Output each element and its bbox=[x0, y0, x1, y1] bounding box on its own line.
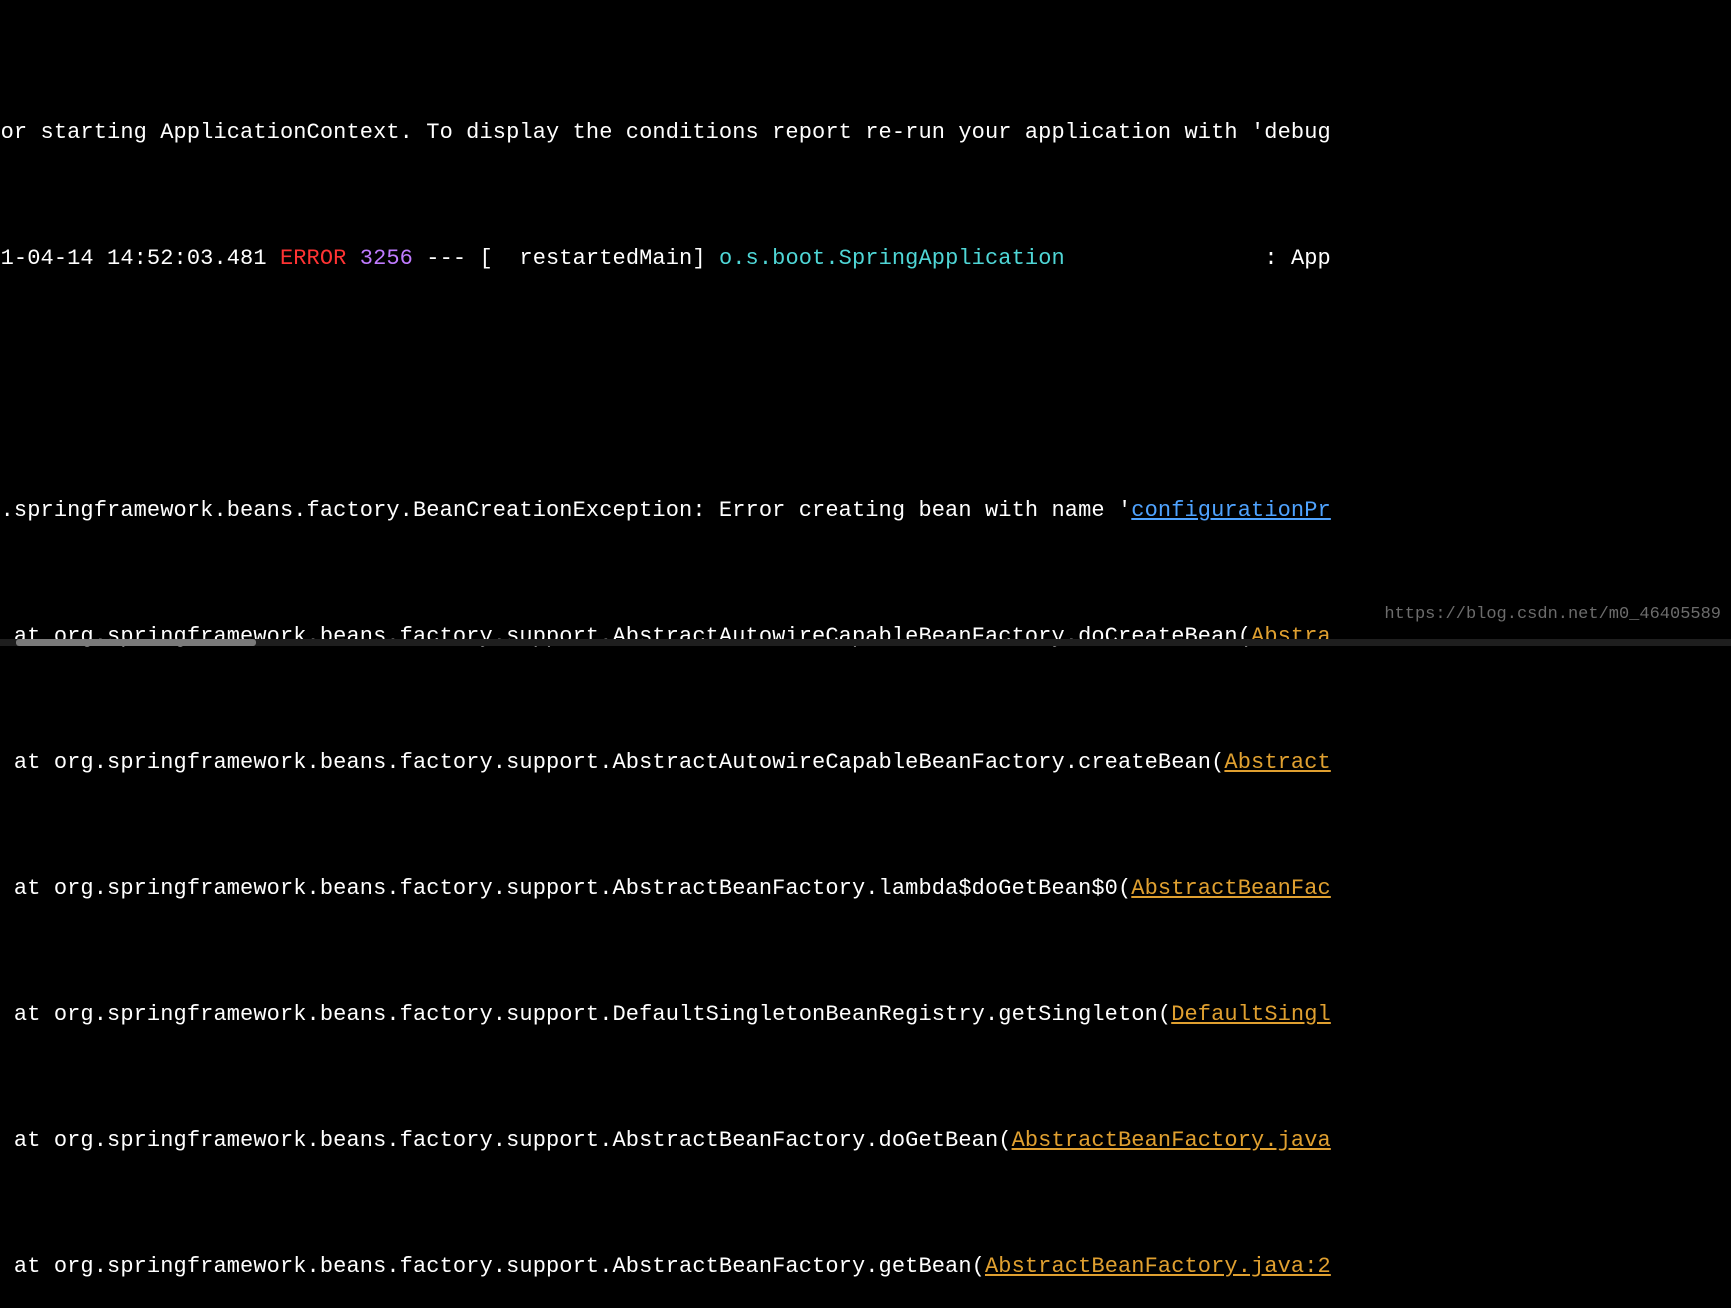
watermark-text: https://blog.csdn.net/m0_46405589 bbox=[1384, 594, 1721, 636]
source-link[interactable]: AbstractBeanFac bbox=[1131, 876, 1331, 901]
stack-text: at org.springframework.beans.factory.sup… bbox=[0, 876, 1131, 901]
source-link[interactable]: Abstract bbox=[1224, 750, 1330, 775]
source-link[interactable]: AbstractBeanFactory.java:2 bbox=[985, 1254, 1331, 1279]
stack-frame: at org.springframework.beans.factory.sup… bbox=[0, 1120, 1731, 1162]
stack-text: at org.springframework.beans.factory.sup… bbox=[0, 1254, 985, 1279]
stack-text: at org.springframework.beans.factory.sup… bbox=[0, 1002, 1171, 1027]
stack-text: at org.springframework.beans.factory.sup… bbox=[0, 1128, 1012, 1153]
log-line: 021-04-14 14:52:03.481 ERROR 3256 --- [ … bbox=[0, 238, 1731, 280]
blank-line bbox=[0, 364, 1731, 406]
timestamp: 021-04-14 14:52:03.481 bbox=[0, 246, 280, 271]
stack-text: at org.springframework.beans.factory.sup… bbox=[0, 750, 1224, 775]
log-level-error: ERROR bbox=[280, 246, 347, 271]
log-line: rror starting ApplicationContext. To dis… bbox=[0, 112, 1731, 154]
exception-text: rg.springframework.beans.factory.BeanCre… bbox=[0, 498, 1131, 523]
pid: 3256 bbox=[346, 246, 413, 271]
stack-frame: at org.springframework.beans.factory.sup… bbox=[0, 868, 1731, 910]
source-link[interactable]: AbstractBeanFactory.java bbox=[1012, 1128, 1331, 1153]
stack-frame: at org.springframework.beans.factory.sup… bbox=[0, 1246, 1731, 1288]
stack-frame: at org.springframework.beans.factory.sup… bbox=[0, 742, 1731, 784]
bean-name-link[interactable]: configurationPr bbox=[1131, 498, 1331, 523]
console-output: rror starting ApplicationContext. To dis… bbox=[0, 28, 1731, 1308]
log-pad bbox=[1065, 246, 1265, 271]
log-msg-start: : App bbox=[1264, 246, 1331, 271]
exception-line: rg.springframework.beans.factory.BeanCre… bbox=[0, 490, 1731, 532]
source-link[interactable]: DefaultSingl bbox=[1171, 1002, 1331, 1027]
h-scroll-thumb[interactable] bbox=[16, 639, 256, 646]
log-text: rror starting ApplicationContext. To dis… bbox=[0, 120, 1331, 145]
thread-name: --- [ restartedMain] bbox=[413, 246, 719, 271]
stack-frame: at org.springframework.beans.factory.sup… bbox=[0, 994, 1731, 1036]
h-scroll-track bbox=[0, 639, 1731, 646]
logger-name: o.s.boot.SpringApplication bbox=[719, 246, 1065, 271]
